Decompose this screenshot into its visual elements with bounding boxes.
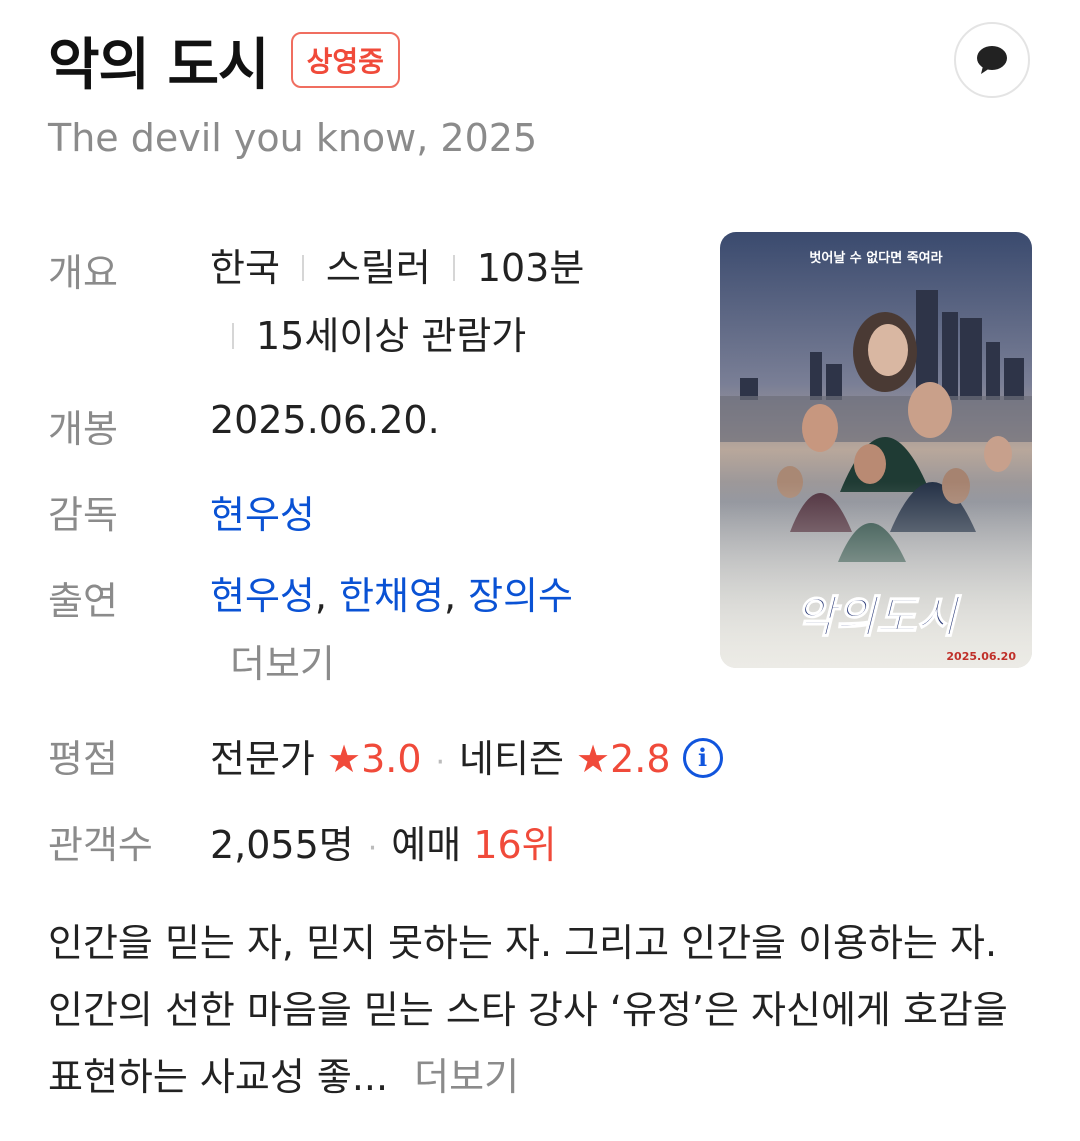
release-label: 개봉 (48, 407, 118, 451)
netizen-score: 2.8 (610, 737, 671, 781)
reservation-rank: 16위 (473, 823, 557, 867)
cast-link[interactable]: 장의수 (468, 574, 573, 618)
reservation-label: 예매 (391, 823, 462, 867)
poster-tagline: 벗어날 수 없다면 죽여라 (809, 250, 942, 266)
audience-count: 2,055명 (210, 823, 354, 867)
overview-age-rating: 15세이상 관람가 (256, 314, 527, 358)
title-row: 악의 도시 상영중 (48, 22, 400, 98)
poster-image: 벗어날 수 없다면 죽여라 악의도시 2025.06.20 (720, 232, 1032, 668)
netizen-label: 네티즌 (459, 737, 564, 781)
director-label: 감독 (48, 493, 118, 537)
director-link[interactable]: 현우성 (210, 484, 315, 539)
poster-date: 2025.06.20 (946, 650, 1016, 663)
star-icon: ★ (576, 737, 611, 781)
cast-row: 출연 현우성, 한채영, 장의수 더보기 (48, 570, 573, 698)
rating-row: 평점 전문가 ★3.0 · 네티즌 ★2.8 i (48, 728, 723, 783)
rating-label: 평점 (48, 737, 118, 781)
audience-label: 관객수 (48, 823, 153, 867)
info-icon[interactable]: i (682, 737, 723, 778)
release-row: 개봉 2025.06.20. (48, 398, 440, 453)
star-icon: ★ (326, 737, 362, 781)
movie-title: 악의 도시 (48, 32, 270, 98)
movie-poster[interactable]: 벗어날 수 없다면 죽여라 악의도시 2025.06.20 (720, 232, 1032, 668)
cast-link[interactable]: 한채영 (339, 574, 444, 618)
status-badge: 상영중 (290, 32, 400, 88)
dot-separator: · (435, 745, 446, 780)
divider (232, 322, 234, 349)
overview-country: 한국 (210, 246, 280, 290)
dot-separator: · (367, 831, 378, 866)
divider (452, 254, 455, 281)
overview-genre: 스릴러 (325, 246, 431, 290)
divider (301, 254, 304, 281)
cast-link[interactable]: 현우성 (210, 574, 315, 618)
poster-title: 악의도시 (795, 592, 961, 643)
overview-row: 개요 한국 스릴러 103분 15세이상 관람가 (48, 242, 680, 370)
release-date: 2025.06.20. (210, 398, 440, 442)
synopsis-text: 인간을 믿는 자, 믿지 못하는 자. 그리고 인간을 이용하는 자. 인간의 … (48, 921, 1008, 1099)
synopsis-more-link[interactable]: 더보기 (414, 1055, 519, 1099)
overview-runtime: 103분 (476, 246, 585, 290)
audience-row: 관객수 2,055명 · 예매 16위 (48, 814, 557, 869)
cast-label: 출연 (48, 579, 118, 623)
critic-label: 전문가 (210, 737, 315, 781)
movie-subtitle: The devil you know, 2025 (48, 116, 538, 160)
cast-more-link[interactable]: 더보기 (230, 642, 335, 686)
critic-score: 3.0 (361, 737, 422, 781)
director-row: 감독 현우성 (48, 484, 315, 539)
speech-bubble-icon (977, 46, 1007, 74)
overview-label: 개요 (48, 251, 118, 295)
synopsis: 인간을 믿는 자, 믿지 못하는 자. 그리고 인간을 이용하는 자. 인간의 … (48, 910, 1038, 1111)
talk-button[interactable] (954, 22, 1030, 98)
